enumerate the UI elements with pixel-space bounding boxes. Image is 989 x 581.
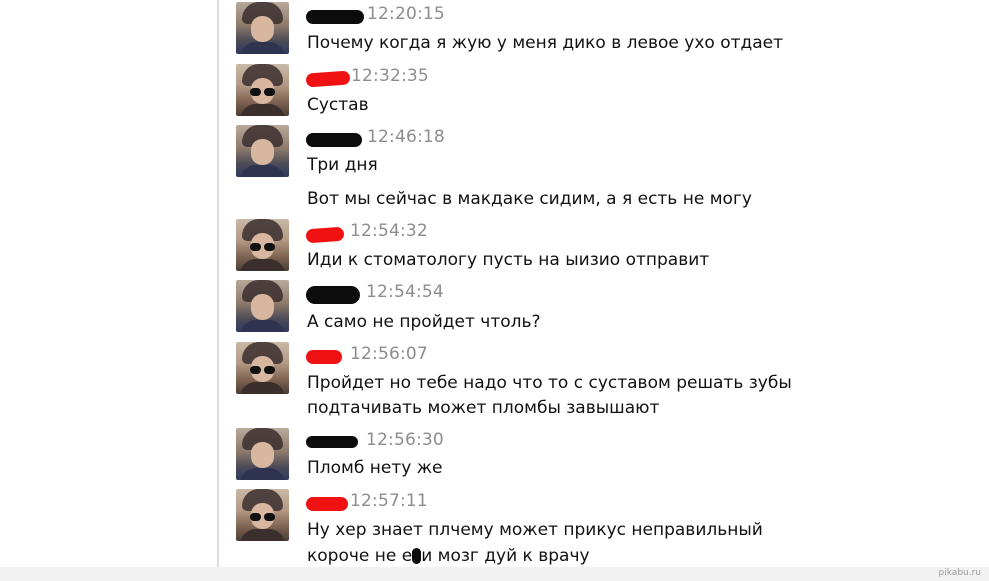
message-time: 12:20:15	[367, 4, 445, 24]
message-text-part: и мозг дуй к врачу	[421, 546, 590, 566]
message-6: 12:56:07 Пройдет но тебе надо что то с с…	[236, 342, 956, 428]
sunglasses-icon	[250, 513, 276, 521]
message-text: подтачивать может пломбы завышают	[307, 398, 660, 418]
message-text-line: короче не е и мозг дуй к врачу	[307, 541, 590, 571]
message-1: 12:20:15 Почему когда я жую у меня дико …	[236, 2, 956, 62]
watermark: pikabu.ru	[938, 568, 981, 578]
message-4: 12:54:32 Иди к стоматологу пусть на ыизи…	[236, 219, 956, 279]
message-3: 12:46:18 Три дня Вот мы сейчас в макдаке…	[236, 125, 956, 215]
redacted-name	[306, 133, 362, 147]
message-text: Вот мы сейчас в макдаке сидим, а я есть …	[307, 189, 752, 209]
redaction-blot	[412, 548, 422, 564]
avatar-girl[interactable]	[236, 342, 289, 394]
redacted-name	[306, 286, 360, 304]
avatar-girl[interactable]	[236, 489, 289, 541]
avatar-girl[interactable]	[236, 64, 289, 116]
left-panel	[0, 0, 219, 567]
avatar-boy[interactable]	[236, 428, 289, 480]
message-text: Сустав	[307, 95, 369, 115]
message-time: 12:56:30	[366, 430, 444, 450]
message-time: 12:32:35	[351, 66, 429, 86]
redacted-name	[305, 226, 345, 244]
message-5: 12:54:54 А само не пройдет чтоль?	[236, 280, 956, 340]
avatar-boy[interactable]	[236, 125, 289, 177]
message-text-part: короче не е	[307, 546, 413, 566]
message-time: 12:56:07	[350, 344, 428, 364]
message-7: 12:56:30 Пломб нету же	[236, 428, 956, 488]
sunglasses-icon	[250, 366, 276, 374]
avatar-boy[interactable]	[236, 2, 289, 54]
message-time: 12:46:18	[367, 127, 445, 147]
sunglasses-icon	[250, 88, 276, 96]
message-time: 12:54:54	[366, 282, 444, 302]
message-text: А само не пройдет чтоль?	[307, 312, 541, 332]
message-text: Иди к стоматологу пусть на ыизио отправи…	[307, 250, 710, 270]
avatar-boy[interactable]	[236, 280, 289, 332]
message-text: Три дня	[307, 155, 378, 175]
message-8: 12:57:11 Ну хер знает плчему может прику…	[236, 489, 956, 569]
message-time: 12:57:11	[350, 491, 428, 511]
message-text: Почему когда я жую у меня дико в левое у…	[307, 33, 784, 53]
message-text: Пломб нету же	[307, 458, 443, 478]
redacted-name	[306, 350, 342, 364]
message-time: 12:54:32	[350, 221, 428, 241]
panel-divider	[217, 0, 219, 567]
redacted-name	[306, 497, 348, 511]
sunglasses-icon	[250, 243, 276, 251]
redacted-name	[306, 436, 358, 448]
redacted-name	[305, 70, 351, 88]
avatar-girl[interactable]	[236, 219, 289, 271]
redacted-name	[306, 10, 364, 24]
message-2: 12:32:35 Сустав	[236, 64, 956, 124]
